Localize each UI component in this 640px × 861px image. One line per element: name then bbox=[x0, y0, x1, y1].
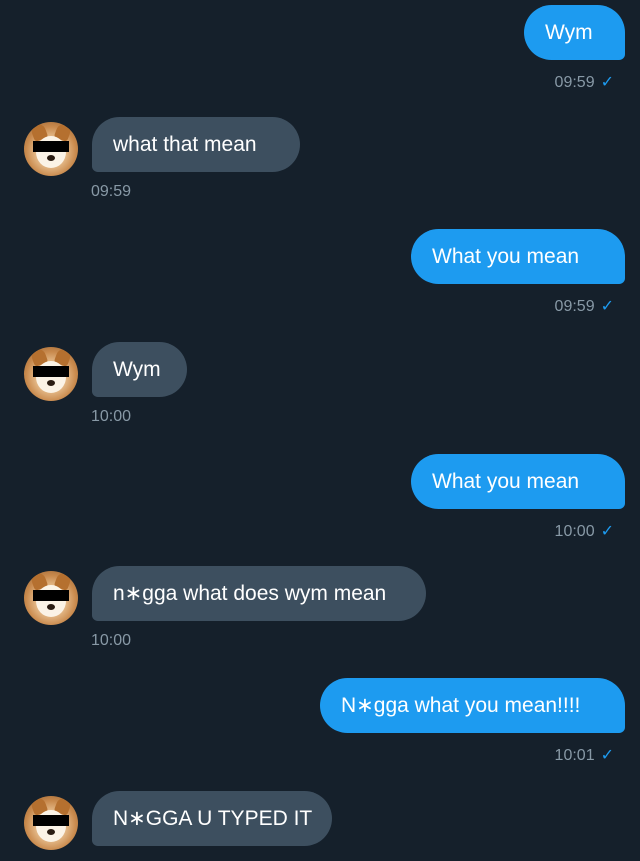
incoming-message-bubble[interactable]: n∗gga what does wym mean bbox=[92, 566, 426, 621]
message-timestamp: 10:00 bbox=[91, 408, 132, 425]
message-text: Wym bbox=[113, 358, 161, 381]
checkmark-icon: ✓ bbox=[600, 523, 614, 540]
message-timestamp: 09:59 ✓ bbox=[554, 74, 614, 91]
outgoing-message-bubble[interactable]: What you mean bbox=[411, 229, 625, 284]
shiba-avatar-icon[interactable] bbox=[24, 796, 78, 850]
shiba-avatar-icon[interactable] bbox=[24, 571, 78, 625]
message-timestamp: 09:59 ✓ bbox=[554, 298, 614, 315]
chat-conversation: Wym 09:59 ✓ what that mean 09:59 What you… bbox=[0, 0, 640, 861]
message-timestamp: 09:59 bbox=[91, 183, 132, 200]
message-timestamp: 10:01 ✓ bbox=[554, 747, 614, 764]
checkmark-icon: ✓ bbox=[600, 74, 614, 91]
message-timestamp: 10:00 bbox=[91, 632, 132, 649]
message-text: N∗gga what you mean!!!! bbox=[341, 694, 581, 717]
message-text: what that mean bbox=[113, 133, 257, 156]
message-text: N∗GGA U TYPED IT bbox=[113, 807, 313, 830]
outgoing-message-bubble[interactable]: What you mean bbox=[411, 454, 625, 509]
incoming-message-bubble[interactable]: N∗GGA U TYPED IT bbox=[92, 791, 332, 846]
message-text: What you mean bbox=[432, 470, 580, 493]
shiba-avatar-icon[interactable] bbox=[24, 122, 78, 176]
outgoing-message-bubble[interactable]: Wym bbox=[524, 5, 625, 60]
incoming-message-bubble[interactable]: Wym bbox=[92, 342, 187, 397]
message-text: What you mean bbox=[432, 245, 580, 268]
checkmark-icon: ✓ bbox=[600, 298, 614, 315]
message-timestamp: 10:00 ✓ bbox=[554, 523, 614, 540]
outgoing-message-bubble[interactable]: N∗gga what you mean!!!! bbox=[320, 678, 625, 733]
shiba-avatar-icon[interactable] bbox=[24, 347, 78, 401]
checkmark-icon: ✓ bbox=[600, 747, 614, 764]
incoming-message-bubble[interactable]: what that mean bbox=[92, 117, 300, 172]
message-text: Wym bbox=[545, 21, 593, 44]
message-text: n∗gga what does wym mean bbox=[113, 582, 387, 605]
